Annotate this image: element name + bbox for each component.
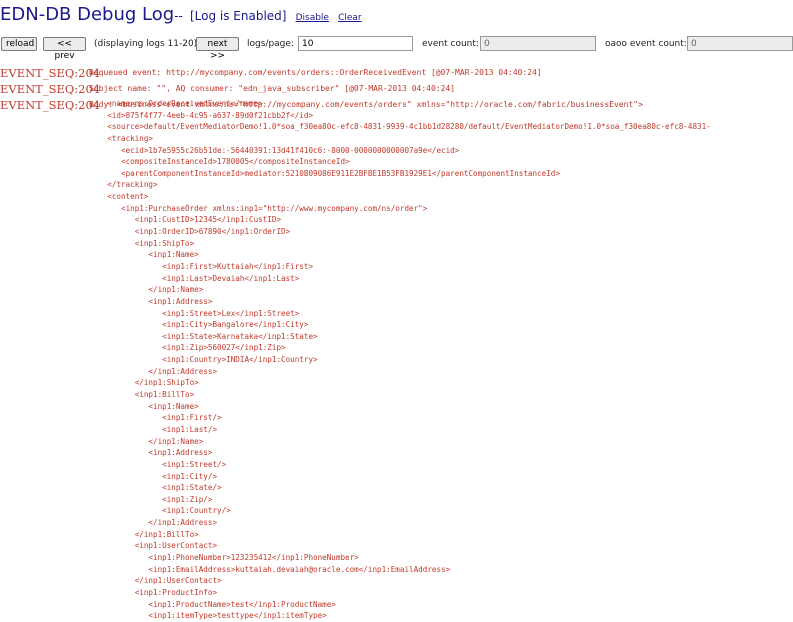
xml-body-line: </inp1:Address> [89, 366, 218, 376]
oaoo-event-count-field [687, 36, 793, 51]
xml-body-line: </inp1:Name> [89, 285, 204, 295]
xml-body-line: <inp1:Name> [89, 401, 199, 411]
xml-body-line: <name>ns:OrderReceivedEvent</name> [89, 99, 263, 108]
oaoo-event-count-label: oaoo event count: [605, 39, 687, 49]
xml-body-line: <content> [89, 192, 149, 202]
xml-body-line: <inp1:Address> [89, 296, 213, 306]
xml-body-line: <inp1:Name> [89, 250, 199, 260]
xml-body-line: <inp1:ShipTo> [89, 238, 195, 248]
xml-body-line: <inp1:OrderID>67890</inp1:OrderID> [89, 227, 291, 237]
log-entry: EVENT_SEQ:204 Dequeued event: http://myc… [0, 66, 793, 82]
page-title: EDN-DB Debug Log [0, 4, 175, 25]
xml-body-line: </inp1:ShipTo> [89, 378, 199, 388]
prev-button[interactable]: << prev [43, 37, 86, 61]
xml-body-line: <inp1:PhoneNumber>123235412</inp1:PhoneN… [89, 552, 359, 562]
xml-body-line: <id>875f4f77-4eeb-4c95-a637-89d0f21cbb2f… [89, 110, 314, 120]
xml-body-line: <inp1:ProductName>test</inp1:ProductName… [89, 599, 336, 609]
event-count-label: event count: [422, 39, 479, 49]
xml-body-line: <inp1:Zip>560027</inp1:Zip> [89, 343, 286, 353]
xml-body-line: <source>default/EventMediatorDemo!1.0*so… [89, 122, 711, 132]
disable-link[interactable]: Disable [296, 13, 329, 23]
xml-body-line: <inp1:City>Bangalore</inp1:City> [89, 320, 309, 330]
clear-link[interactable]: Clear [338, 13, 362, 23]
xml-body-line: <ecid>1b7e5955c26b51de:-56440391:13d41f4… [89, 145, 460, 155]
xml-body-line: <inp1:itemType>testtype</inp1:itemType> [89, 611, 327, 621]
event-body-xml: <name>ns:OrderReceivedEvent</name> <id>8… [89, 98, 793, 622]
xml-body-line: <inp1:Zip/> [89, 494, 213, 504]
event-count-field [480, 36, 596, 51]
xml-body-line: <inp1:State>Karnataka</inp1:State> [89, 331, 318, 341]
xml-body-line: <inp1:Country>INDIA</inp1:Country> [89, 355, 318, 365]
xml-body-line: <inp1:Street>Lex</inp1:Street> [89, 308, 300, 318]
xml-body-line: <inp1:Country/> [89, 506, 231, 516]
event-seq-label: EVENT_SEQ:204 [0, 98, 101, 112]
xml-body-line: <inp1:CustID>12345</inp1:CustID> [89, 215, 282, 225]
xml-body-line: <parentComponentInstanceId>mediator:5210… [89, 168, 560, 178]
log-message: Dequeued event: http://mycompany.com/eve… [89, 68, 542, 77]
xml-body-line: </inp1:Address> [89, 518, 218, 528]
xml-body-line: <inp1:BillTo> [89, 390, 195, 400]
toolbar: reload << prev (displaying logs 11-20) n… [0, 36, 793, 61]
logs-per-page-input[interactable] [298, 36, 413, 51]
xml-body-line: <inp1:First/> [89, 413, 222, 423]
xml-body-line: <inp1:EmailAddress>kuttaiah.devaiah@orac… [89, 564, 451, 574]
xml-body-line: <inp1:Last/> [89, 424, 218, 434]
xml-body-line: <tracking> [89, 133, 154, 143]
xml-body-line: </inp1:Name> [89, 436, 204, 446]
next-button[interactable]: next >> [196, 37, 239, 61]
reload-button[interactable]: reload [1, 37, 37, 51]
xml-body-line: </inp1:UserContact> [89, 576, 222, 586]
xml-body-line: <inp1:First>Kuttaiah</inp1:First> [89, 261, 314, 271]
xml-body-line: <inp1:City/> [89, 471, 218, 481]
log-entry: EVENT_SEQ:204 Subject name: "", AQ consu… [0, 82, 793, 98]
xml-body-line: <compositeInstanceId>1780005</compositeI… [89, 157, 350, 167]
log-status: [Log is Enabled] [189, 9, 287, 23]
event-seq-label: EVENT_SEQ:204 [0, 66, 101, 80]
event-seq-label: EVENT_SEQ:204 [0, 82, 101, 96]
xml-body-line: <inp1:Last>Devaiah</inp1:Last> [89, 273, 300, 283]
xml-body-line: <inp1:UserContact> [89, 541, 218, 551]
displaying-logs-text: (displaying logs 11-20) [94, 39, 198, 49]
logs-per-page-label: logs/page: [247, 39, 294, 49]
xml-body-line: <inp1:ProductInfo> [89, 587, 218, 597]
log-message: Subject name: "", AQ consumer: "edn_java… [89, 84, 456, 93]
page-header: EDN-DB Debug Log-- [Log is Enabled] Disa… [0, 4, 362, 25]
xml-body-line: <inp1:Address> [89, 448, 213, 458]
xml-body-line: <inp1:PurchaseOrder xmlns:inp1="http://w… [89, 203, 428, 213]
xml-body-line: </inp1:BillTo> [89, 529, 199, 539]
xml-body-line: </tracking> [89, 180, 158, 190]
title-separator: -- [174, 9, 183, 23]
xml-body-line: <inp1:State/> [89, 483, 222, 493]
xml-body-line: <inp1:Street/> [89, 459, 227, 469]
